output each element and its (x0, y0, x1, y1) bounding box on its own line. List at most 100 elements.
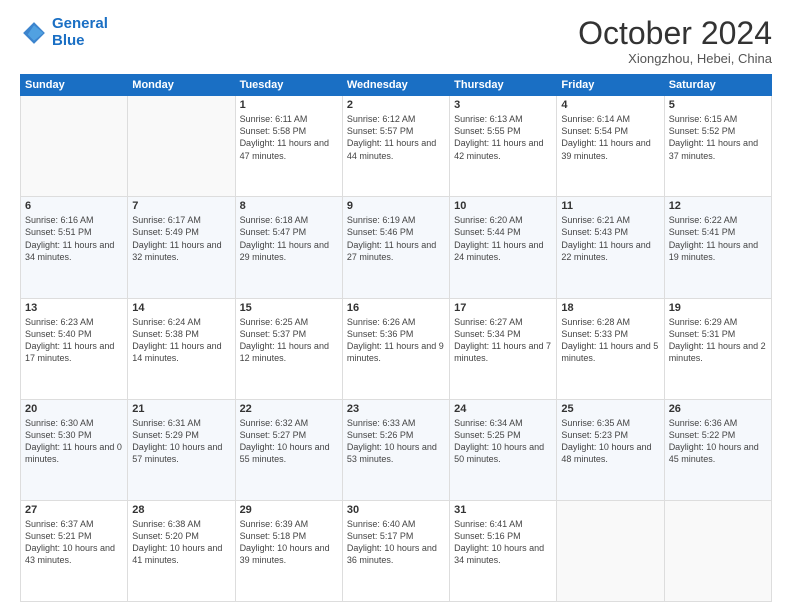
weekday-header: Thursday (450, 75, 557, 96)
calendar-cell: 20 Sunrise: 6:30 AM Sunset: 5:30 PM Dayli… (21, 399, 128, 500)
calendar-header-row: SundayMondayTuesdayWednesdayThursdayFrid… (21, 75, 772, 96)
calendar-cell: 10 Sunrise: 6:20 AM Sunset: 5:44 PM Dayli… (450, 197, 557, 298)
day-info: Sunrise: 6:31 AM Sunset: 5:29 PM Dayligh… (132, 417, 230, 466)
day-number: 26 (669, 403, 767, 415)
day-info: Sunrise: 6:27 AM Sunset: 5:34 PM Dayligh… (454, 316, 552, 365)
calendar-cell: 19 Sunrise: 6:29 AM Sunset: 5:31 PM Dayli… (664, 298, 771, 399)
day-number: 25 (561, 403, 659, 415)
calendar-cell: 2 Sunrise: 6:12 AM Sunset: 5:57 PM Daylig… (342, 96, 449, 197)
calendar-cell (664, 500, 771, 601)
weekday-header: Monday (128, 75, 235, 96)
day-number: 6 (25, 200, 123, 212)
logo-icon (20, 19, 48, 47)
calendar-cell: 5 Sunrise: 6:15 AM Sunset: 5:52 PM Daylig… (664, 96, 771, 197)
calendar-cell: 25Sunrise: 6:35 AM Sunset: 5:23 PM Dayli… (557, 399, 664, 500)
day-info: Sunrise: 6:29 AM Sunset: 5:31 PM Dayligh… (669, 316, 767, 365)
calendar-week-row: 20 Sunrise: 6:30 AM Sunset: 5:30 PM Dayli… (21, 399, 772, 500)
day-info: Sunrise: 6:37 AM Sunset: 5:21 PM Dayligh… (25, 518, 123, 567)
day-number: 12 (669, 200, 767, 212)
day-number: 8 (240, 200, 338, 212)
day-number: 29 (240, 504, 338, 516)
calendar-cell: 31 Sunrise: 6:41 AM Sunset: 5:16 PM Dayli… (450, 500, 557, 601)
day-info: Sunrise: 6:40 AM Sunset: 5:17 PM Dayligh… (347, 518, 445, 567)
calendar-cell (557, 500, 664, 601)
day-info: Sunrise: 6:32 AM Sunset: 5:27 PM Dayligh… (240, 417, 338, 466)
day-info: Sunrise: 6:26 AM Sunset: 5:36 PM Dayligh… (347, 316, 445, 365)
day-info: Sunrise: 6:19 AM Sunset: 5:46 PM Dayligh… (347, 214, 445, 263)
day-number: 17 (454, 302, 552, 314)
day-info: Sunrise: 6:22 AM Sunset: 5:41 PM Dayligh… (669, 214, 767, 263)
day-info: Sunrise: 6:39 AM Sunset: 5:18 PM Dayligh… (240, 518, 338, 567)
calendar-cell (128, 96, 235, 197)
calendar-cell: 23Sunrise: 6:33 AM Sunset: 5:26 PM Dayli… (342, 399, 449, 500)
day-number: 20 (25, 403, 123, 415)
calendar-week-row: 6 Sunrise: 6:16 AM Sunset: 5:51 PM Daylig… (21, 197, 772, 298)
calendar-cell: 21 Sunrise: 6:31 AM Sunset: 5:29 PM Dayli… (128, 399, 235, 500)
calendar-cell: 17 Sunrise: 6:27 AM Sunset: 5:34 PM Dayli… (450, 298, 557, 399)
calendar-cell: 16 Sunrise: 6:26 AM Sunset: 5:36 PM Dayli… (342, 298, 449, 399)
day-info: Sunrise: 6:14 AM Sunset: 5:54 PM Dayligh… (561, 113, 659, 162)
day-number: 19 (669, 302, 767, 314)
calendar-cell: 13Sunrise: 6:23 AM Sunset: 5:40 PM Dayli… (21, 298, 128, 399)
calendar-cell: 22 Sunrise: 6:32 AM Sunset: 5:27 PM Dayli… (235, 399, 342, 500)
weekday-header: Friday (557, 75, 664, 96)
calendar-body: 1Sunrise: 6:11 AM Sunset: 5:58 PM Daylig… (21, 96, 772, 602)
day-info: Sunrise: 6:15 AM Sunset: 5:52 PM Dayligh… (669, 113, 767, 162)
day-number: 27 (25, 504, 123, 516)
page: General Blue October 2024 Xiongzhou, Heb… (0, 0, 792, 612)
day-info: Sunrise: 6:25 AM Sunset: 5:37 PM Dayligh… (240, 316, 338, 365)
calendar-cell: 26 Sunrise: 6:36 AM Sunset: 5:22 PM Dayli… (664, 399, 771, 500)
day-info: Sunrise: 6:28 AM Sunset: 5:33 PM Dayligh… (561, 316, 659, 365)
day-info: Sunrise: 6:34 AM Sunset: 5:25 PM Dayligh… (454, 417, 552, 466)
day-number: 18 (561, 302, 659, 314)
day-number: 28 (132, 504, 230, 516)
day-info: Sunrise: 6:13 AM Sunset: 5:55 PM Dayligh… (454, 113, 552, 162)
day-info: Sunrise: 6:36 AM Sunset: 5:22 PM Dayligh… (669, 417, 767, 466)
calendar-cell: 7Sunrise: 6:17 AM Sunset: 5:49 PM Daylig… (128, 197, 235, 298)
day-info: Sunrise: 6:38 AM Sunset: 5:20 PM Dayligh… (132, 518, 230, 567)
calendar-cell: 18 Sunrise: 6:28 AM Sunset: 5:33 PM Dayli… (557, 298, 664, 399)
calendar-cell: 14 Sunrise: 6:24 AM Sunset: 5:38 PM Dayli… (128, 298, 235, 399)
calendar-cell (21, 96, 128, 197)
day-info: Sunrise: 6:20 AM Sunset: 5:44 PM Dayligh… (454, 214, 552, 263)
day-info: Sunrise: 6:21 AM Sunset: 5:43 PM Dayligh… (561, 214, 659, 263)
day-info: Sunrise: 6:16 AM Sunset: 5:51 PM Dayligh… (25, 214, 123, 263)
day-info: Sunrise: 6:24 AM Sunset: 5:38 PM Dayligh… (132, 316, 230, 365)
calendar-cell: 15 Sunrise: 6:25 AM Sunset: 5:37 PM Dayli… (235, 298, 342, 399)
day-number: 31 (454, 504, 552, 516)
weekday-header: Tuesday (235, 75, 342, 96)
day-number: 1 (240, 99, 338, 111)
day-number: 5 (669, 99, 767, 111)
logo-line1: General (52, 15, 108, 32)
day-number: 2 (347, 99, 445, 111)
day-info: Sunrise: 6:30 AM Sunset: 5:30 PM Dayligh… (25, 417, 123, 466)
day-number: 16 (347, 302, 445, 314)
day-number: 10 (454, 200, 552, 212)
calendar-cell: 29 Sunrise: 6:39 AM Sunset: 5:18 PM Dayli… (235, 500, 342, 601)
calendar-cell: 9Sunrise: 6:19 AM Sunset: 5:46 PM Daylig… (342, 197, 449, 298)
day-info: Sunrise: 6:12 AM Sunset: 5:57 PM Dayligh… (347, 113, 445, 162)
calendar-cell: 11Sunrise: 6:21 AM Sunset: 5:43 PM Dayli… (557, 197, 664, 298)
weekday-header: Saturday (664, 75, 771, 96)
day-info: Sunrise: 6:41 AM Sunset: 5:16 PM Dayligh… (454, 518, 552, 567)
calendar-cell: 1Sunrise: 6:11 AM Sunset: 5:58 PM Daylig… (235, 96, 342, 197)
title-block: October 2024 Xiongzhou, Hebei, China (578, 16, 772, 66)
day-number: 21 (132, 403, 230, 415)
day-number: 15 (240, 302, 338, 314)
calendar-cell: 30 Sunrise: 6:40 AM Sunset: 5:17 PM Dayli… (342, 500, 449, 601)
day-number: 23 (347, 403, 445, 415)
weekday-header: Sunday (21, 75, 128, 96)
day-number: 13 (25, 302, 123, 314)
day-number: 30 (347, 504, 445, 516)
location-subtitle: Xiongzhou, Hebei, China (578, 51, 772, 66)
day-number: 22 (240, 403, 338, 415)
calendar-cell: 12 Sunrise: 6:22 AM Sunset: 5:41 PM Dayli… (664, 197, 771, 298)
calendar-cell: 3Sunrise: 6:13 AM Sunset: 5:55 PM Daylig… (450, 96, 557, 197)
calendar-cell: 28 Sunrise: 6:38 AM Sunset: 5:20 PM Dayli… (128, 500, 235, 601)
calendar-cell: 24Sunrise: 6:34 AM Sunset: 5:25 PM Dayli… (450, 399, 557, 500)
calendar-cell: 27 Sunrise: 6:37 AM Sunset: 5:21 PM Dayli… (21, 500, 128, 601)
calendar-cell: 6 Sunrise: 6:16 AM Sunset: 5:51 PM Daylig… (21, 197, 128, 298)
calendar-table: SundayMondayTuesdayWednesdayThursdayFrid… (20, 74, 772, 602)
day-info: Sunrise: 6:18 AM Sunset: 5:47 PM Dayligh… (240, 214, 338, 263)
day-number: 14 (132, 302, 230, 314)
